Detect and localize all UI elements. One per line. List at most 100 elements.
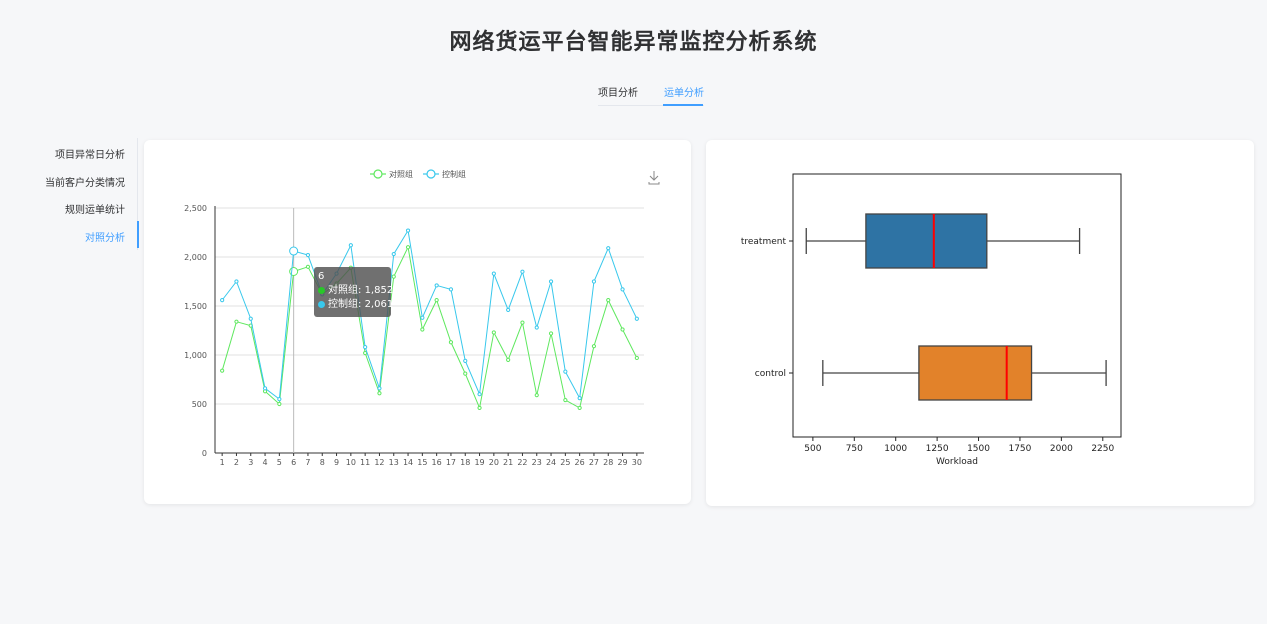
- data-point: [563, 369, 568, 374]
- tab-project-analysis[interactable]: 项目分析: [598, 84, 638, 99]
- data-point: [377, 386, 382, 391]
- sidebar-active-indicator: [137, 221, 139, 248]
- box-plot: treatment control 500 750 1000 1250 1500 1750 20…: [741, 173, 1122, 467]
- line-chart-card: 对照组 控制组 0 500 1,000 1,500 2,000 2,500 1 2 3 4 5 6 7 8 9 1…: [144, 140, 691, 504]
- series-line-0: [221, 245, 638, 410]
- y-tick-label: 2,000: [184, 253, 207, 262]
- data-point: [620, 287, 625, 292]
- line-chart: 对照组 控制组05001,0001,5002,0002,5001 2 3 4 5 6 7 8 9 1…: [184, 169, 660, 467]
- data-point: [420, 327, 425, 332]
- tooltip-row-control-group: 对照组: 1,852: [318, 284, 393, 298]
- data-point: [363, 350, 368, 356]
- x-tick-label: 12: [374, 458, 384, 467]
- data-point: [434, 298, 439, 303]
- sidebar-item-rule-waybill-stats[interactable]: 规则运单统计: [65, 201, 125, 216]
- tooltip-label: 对照组: [328, 285, 358, 296]
- data-point: [634, 316, 639, 321]
- legend-label-1: 控制组: [442, 169, 466, 179]
- x-tick-label: 2000: [1050, 444, 1073, 454]
- tooltip-dot-control-group: [318, 286, 325, 294]
- data-point: [463, 358, 468, 363]
- data-point: [234, 279, 239, 284]
- data-point: [506, 307, 511, 313]
- box-control: [918, 345, 1033, 401]
- data-point: [506, 357, 511, 362]
- sidebar-item-project-daily-anomaly[interactable]: 项目异常日分析: [55, 146, 125, 161]
- x-tick-label: 1000: [884, 444, 907, 454]
- chart-tooltip: 6 对照组: 1,852 控制组: 2,061: [314, 267, 393, 317]
- data-point: [377, 391, 382, 396]
- x-tick-label: 16: [432, 458, 442, 467]
- data-point: [463, 371, 468, 376]
- data-point: [448, 287, 454, 292]
- x-tick-label: 29: [617, 458, 627, 467]
- y-tick-label: control: [755, 369, 786, 379]
- data-point: [477, 392, 482, 397]
- data-point: [220, 368, 225, 373]
- x-tick-label: 750: [846, 444, 863, 454]
- y-tick-label: 0: [202, 449, 207, 458]
- sidebar: 项目异常日分析 当前客户分类情况 规则运单统计 对照分析: [0, 138, 139, 250]
- y-tick-label: 500: [192, 400, 207, 409]
- sidebar-item-customer-classification[interactable]: 当前客户分类情况: [45, 174, 125, 189]
- x-tick-label: 1250: [926, 444, 949, 454]
- data-point: [577, 405, 582, 411]
- data-point: [277, 401, 282, 407]
- x-axis-label: Workload: [936, 457, 978, 467]
- x-tick-label: 21: [503, 458, 513, 467]
- data-point: [434, 283, 439, 288]
- y-tick-label: 2,500: [184, 204, 207, 213]
- download-icon: [648, 171, 660, 185]
- x-tick-label: 10: [346, 458, 356, 467]
- x-tick-label: 3: [248, 458, 253, 467]
- x-tick-label: 6: [291, 458, 296, 467]
- x-tick-label: 26: [575, 458, 585, 467]
- data-point: [577, 396, 582, 401]
- x-tick-label: 27: [589, 458, 599, 467]
- data-point: [548, 279, 554, 284]
- data-point: [591, 279, 597, 284]
- data-point: [606, 246, 611, 251]
- data-point: [563, 397, 568, 403]
- x-tick-label: 2250: [1091, 444, 1114, 454]
- data-point: [534, 393, 539, 398]
- tooltip-label: 控制组: [328, 299, 358, 310]
- x-tick-label: 18: [460, 458, 470, 467]
- sidebar-item-comparison-analysis[interactable]: 对照分析: [85, 229, 125, 244]
- data-point: [620, 327, 625, 332]
- data-point: [289, 267, 299, 277]
- y-tick-label: treatment: [741, 237, 787, 247]
- x-tick-label: 25: [560, 458, 570, 467]
- box-plot-card: treatment control 500 750 1000 1250 1500 1750 20…: [706, 140, 1254, 506]
- data-point: [220, 298, 225, 303]
- data-point: [234, 319, 239, 324]
- data-point: [289, 246, 299, 256]
- data-point: [248, 316, 253, 321]
- data-point: [305, 252, 311, 258]
- x-tick-label: 13: [389, 458, 399, 467]
- box-treatment: [865, 213, 988, 269]
- data-point: [491, 271, 496, 276]
- x-tick-label: 11: [360, 458, 370, 467]
- tab-waybill-analysis[interactable]: 运单分析: [664, 84, 704, 99]
- tooltip-dot-experiment-group: [318, 300, 325, 308]
- data-point: [520, 269, 525, 274]
- active-tab-indicator: [663, 104, 703, 106]
- legend-marker-1: [426, 169, 436, 179]
- x-tick-label: 24: [546, 458, 556, 467]
- data-point: [348, 243, 353, 248]
- x-tick-label: 17: [446, 458, 456, 467]
- x-tick-label: 8: [320, 458, 325, 467]
- x-tick-label: 28: [603, 458, 613, 467]
- data-point: [405, 245, 411, 250]
- x-tick-label: 4: [263, 458, 268, 467]
- data-point: [634, 355, 639, 361]
- top-tab-bar: 项目分析 运单分析: [598, 84, 704, 106]
- x-tick-label: 20: [489, 458, 499, 467]
- y-tick-label: 1,500: [184, 302, 207, 311]
- y-tick-label: 1,000: [184, 351, 207, 360]
- data-point: [534, 325, 539, 330]
- x-tick-label: 500: [804, 444, 821, 454]
- legend-marker-0: [373, 169, 383, 179]
- data-point: [477, 405, 482, 411]
